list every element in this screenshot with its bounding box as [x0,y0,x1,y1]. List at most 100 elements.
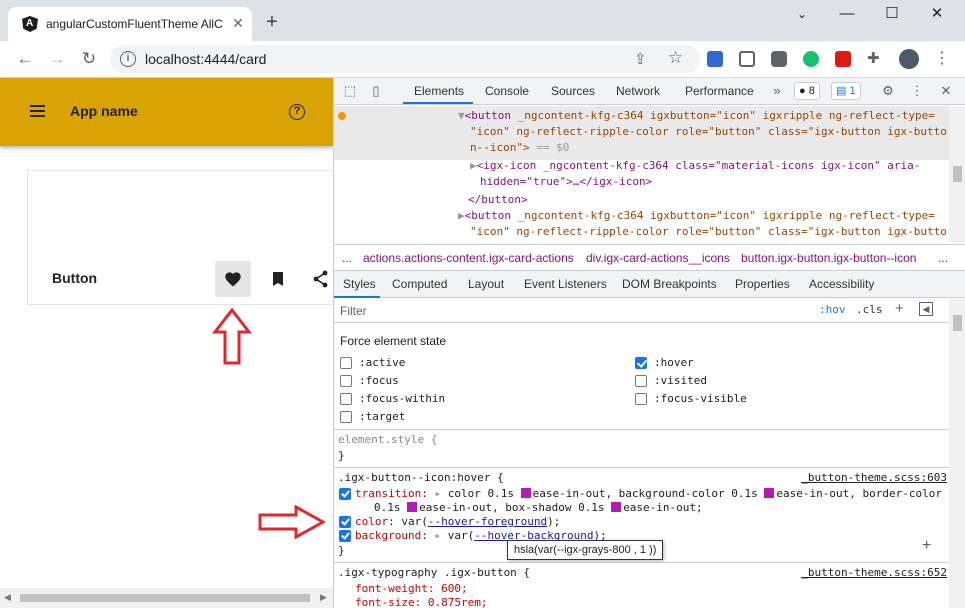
tab-accessibility[interactable]: Accessibility [809,277,874,291]
close-window-button[interactable]: ✕ [927,4,947,24]
window-extension-icon[interactable] [739,51,755,67]
scrollbar-thumb[interactable] [20,594,310,602]
minimize-button[interactable]: — [837,4,857,24]
active-checkbox[interactable] [340,357,352,369]
bookmark-button[interactable] [260,261,296,297]
dom-line[interactable]: n--icon"> == $0 [470,141,569,154]
font-size-declaration[interactable]: font-size: 0.875rem; [355,596,487,608]
easing-swatch-icon[interactable] [764,488,775,498]
color-declaration[interactable]: color: var(--hover-foreground); [355,515,560,528]
site-info-icon[interactable]: i [120,51,136,67]
p-extension-icon[interactable] [771,51,787,67]
font-weight-declaration[interactable]: font-weight: 600; [355,582,468,595]
tab-sources[interactable]: Sources [551,84,595,98]
tab-styles[interactable]: Styles [343,277,376,291]
share-page-icon[interactable]: ⇪ [634,50,647,68]
browser-menu-icon[interactable]: ⋮ [934,51,950,67]
browser-tab[interactable]: A angularCustomFluentTheme AllC ✕ [8,7,252,41]
back-icon[interactable]: ← [14,48,36,70]
dom-line[interactable]: ▶<igx-icon _ngcontent-kfg-c364 class="ma… [470,159,920,172]
forward-icon[interactable]: → [46,48,68,70]
tab-network[interactable]: Network [616,84,660,98]
tab-layout[interactable]: Layout [468,277,504,291]
tab-search-icon[interactable]: ⌄ [792,4,812,24]
breadcrumb-more[interactable]: ... [938,251,948,265]
tab-event-listeners[interactable]: Event Listeners [524,277,607,291]
dom-line[interactable]: </button> [468,193,528,206]
easing-swatch-icon[interactable] [611,502,622,512]
styles-scrollbar[interactable] [949,299,965,608]
color-checkbox[interactable] [339,516,351,528]
rule-source-link[interactable]: _button-theme.scss:652 [801,566,947,579]
angular-devtools-extension-icon[interactable] [835,51,851,67]
breadcrumb-item[interactable]: div.igx-card-actions__icons [586,251,730,265]
new-style-rule-icon[interactable]: + [895,300,904,317]
hamburger-menu-icon[interactable] [30,105,45,117]
breadcrumb-item-selected[interactable]: button.igx-button.igx-button--icon [741,251,916,265]
maximize-button[interactable]: ☐ [882,4,902,24]
styles-filter-input[interactable] [336,301,808,320]
new-tab-button[interactable]: + [262,12,282,32]
element-style-rule[interactable]: element.style { } [334,429,949,467]
typography-style-rule[interactable]: .igx-typography .igx-button { _button-th… [334,562,949,608]
transition-declaration[interactable]: transition: ▸ color 0.1s ease-in-out, ba… [355,487,942,500]
tab-elements[interactable]: Elements [414,84,464,98]
dom-line[interactable]: "icon" ng-reflect-ripple-color role="but… [470,225,947,238]
messages-badge[interactable]: ▤ 1 [831,82,861,100]
transition-checkbox[interactable] [339,488,351,500]
address-bar[interactable]: i localhost:4444/card ⇪ ☆ [110,45,700,73]
collapse-triangle-icon[interactable]: ▼ [458,109,465,122]
bookmark-star-icon[interactable]: ☆ [668,48,683,68]
dom-line[interactable]: ▼<button _ngcontent-kfg-c364 igxbutton="… [458,109,935,122]
settings-gear-icon[interactable]: ⚙ [880,83,896,99]
dom-line[interactable]: "icon" ng-reflect-ripple-color role="but… [470,125,947,138]
puzzle-extensions-icon[interactable]: ✚ [867,51,883,67]
cls-toggle[interactable]: .cls [856,303,883,316]
dom-line[interactable]: hidden="true">…</igx-icon> [480,175,652,188]
easing-swatch-icon[interactable] [520,488,531,498]
hover-checkbox[interactable] [635,357,647,369]
easing-swatch-icon[interactable] [407,502,418,512]
tab-console[interactable]: Console [485,84,529,98]
expand-triangle-icon[interactable]: ▶ [458,209,465,222]
focus-checkbox[interactable] [340,375,352,387]
share-button[interactable] [305,261,335,297]
target-checkbox[interactable] [340,411,352,423]
help-icon[interactable]: ? [289,104,305,120]
breadcrumb-more[interactable]: ... [342,251,352,265]
dom-scrollbar[interactable] [949,106,965,243]
scroll-right-icon[interactable]: ▶ [320,592,327,603]
close-tab-icon[interactable]: ✕ [228,13,248,33]
more-tabs-icon[interactable]: » [769,83,785,99]
app-horizontal-scrollbar[interactable]: ◀ ▶ [0,588,333,608]
avatar[interactable] [899,49,919,69]
background-checkbox[interactable] [339,530,351,542]
expand-triangle-icon[interactable]: ▶ [470,159,477,172]
issues-badge[interactable]: ● 8 [794,82,820,100]
hov-toggle[interactable]: :hov [819,303,846,316]
css-variable-link[interactable]: --hover-foreground [428,515,547,528]
focus-visible-checkbox[interactable] [635,393,647,405]
device-toolbar-icon[interactable]: ▯ [368,83,384,99]
expand-triangle-icon[interactable]: ▸ [434,529,441,542]
rule-source-link[interactable]: _button-theme.scss:603 [801,471,947,484]
toggle-sidebar-icon[interactable]: ◀ [919,302,933,316]
transition-declaration-cont[interactable]: 0.1s ease-in-out, box-shadow 0.1s ease-i… [374,501,703,514]
inspect-element-icon[interactable]: ⬚ [342,83,358,99]
scrollbar-thumb[interactable] [953,166,962,182]
scrollbar-thumb[interactable] [953,315,962,331]
dom-line[interactable]: ▶<button _ngcontent-kfg-c364 igxbutton="… [458,209,935,222]
devtools-menu-icon[interactable]: ⋮ [909,83,925,99]
tab-properties[interactable]: Properties [735,277,790,291]
url-text[interactable]: localhost:4444/card [145,51,266,67]
tab-performance[interactable]: Performance [685,84,754,98]
close-devtools-icon[interactable]: ✕ [938,83,954,99]
breadcrumb-item[interactable]: actions.actions-content.igx-card-actions [363,251,574,265]
scroll-left-icon[interactable]: ◀ [4,592,11,603]
favorite-button[interactable] [215,261,251,297]
download-extension-icon[interactable] [707,51,723,67]
tab-dom-breakpoints[interactable]: DOM Breakpoints [622,277,717,291]
tab-computed[interactable]: Computed [392,277,447,291]
reload-icon[interactable]: ↻ [78,48,100,70]
focus-within-checkbox[interactable] [340,393,352,405]
